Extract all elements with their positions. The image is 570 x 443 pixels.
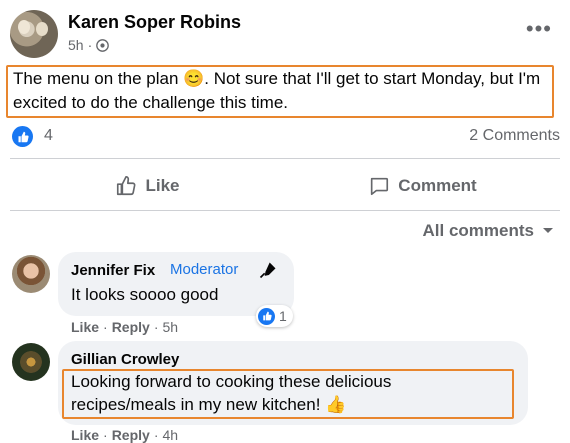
reactions-summary: 4 2 Comments: [12, 126, 560, 148]
comment-like-link[interactable]: Like: [71, 427, 99, 443]
like-reaction-icon[interactable]: [12, 126, 33, 147]
comment-time[interactable]: 4h: [162, 427, 178, 443]
comment-time[interactable]: 5h: [162, 319, 178, 335]
comments-filter-dropdown[interactable]: All comments: [423, 221, 554, 241]
moderator-pen-icon: [259, 262, 276, 279]
author-avatar[interactable]: [10, 10, 58, 58]
comment-text-line-2: recipes/meals in my new kitchen! 👍: [71, 395, 347, 414]
moderator-badge: Moderator: [170, 261, 239, 278]
separator: ·: [103, 319, 108, 335]
commenter-name[interactable]: Gillian Crowley: [71, 351, 179, 368]
post-text: The menu on the plan 😊. Not sure that I'…: [13, 69, 541, 112]
separator: ·: [103, 427, 108, 443]
comment-button[interactable]: Comment: [285, 166, 560, 206]
comment-reply-link[interactable]: Reply: [112, 427, 150, 443]
divider-bottom: [10, 210, 560, 211]
like-button-label: Like: [145, 176, 180, 195]
commenter-avatar[interactable]: [12, 343, 50, 381]
divider-top: [10, 158, 560, 159]
comment-actions: Like · Reply · 5h: [71, 319, 178, 335]
post-meta: 5h ·: [68, 37, 110, 53]
commenter-name[interactable]: Jennifer Fix: [71, 262, 155, 279]
like-button[interactable]: Like: [10, 166, 285, 206]
meta-separator: ·: [87, 37, 93, 53]
separator: ·: [153, 427, 159, 443]
comment-reaction-count: 1: [279, 308, 287, 324]
reaction-count[interactable]: 4: [44, 127, 53, 145]
comment-reaction[interactable]: 1: [256, 305, 293, 327]
commenter-avatar[interactable]: [12, 255, 50, 293]
comment-text-line-1: Looking forward to cooking these delicio…: [71, 372, 392, 391]
post-action-bar: Like Comment: [10, 166, 560, 206]
comment-text: It looks soooo good: [71, 285, 219, 304]
comment-button-label: Comment: [398, 176, 477, 195]
comment-reply-link[interactable]: Reply: [112, 319, 150, 335]
comment-count[interactable]: 2 Comments: [469, 127, 560, 145]
more-options-icon[interactable]: •••: [526, 18, 552, 40]
post-header: Karen Soper Robins 5h · •••: [10, 10, 560, 58]
comment-like-link[interactable]: Like: [71, 319, 99, 335]
comment-actions: Like · Reply · 4h: [71, 427, 178, 443]
separator: ·: [153, 319, 159, 335]
thumbs-up-icon: [117, 176, 136, 196]
comments-filter-label: All comments: [422, 221, 534, 240]
globe-icon: [96, 38, 110, 52]
post-time[interactable]: 5h: [68, 37, 84, 53]
comment-icon: [371, 177, 389, 196]
like-reaction-icon: [258, 307, 275, 325]
chevron-down-icon: [543, 228, 553, 233]
author-name[interactable]: Karen Soper Robins: [68, 12, 241, 33]
